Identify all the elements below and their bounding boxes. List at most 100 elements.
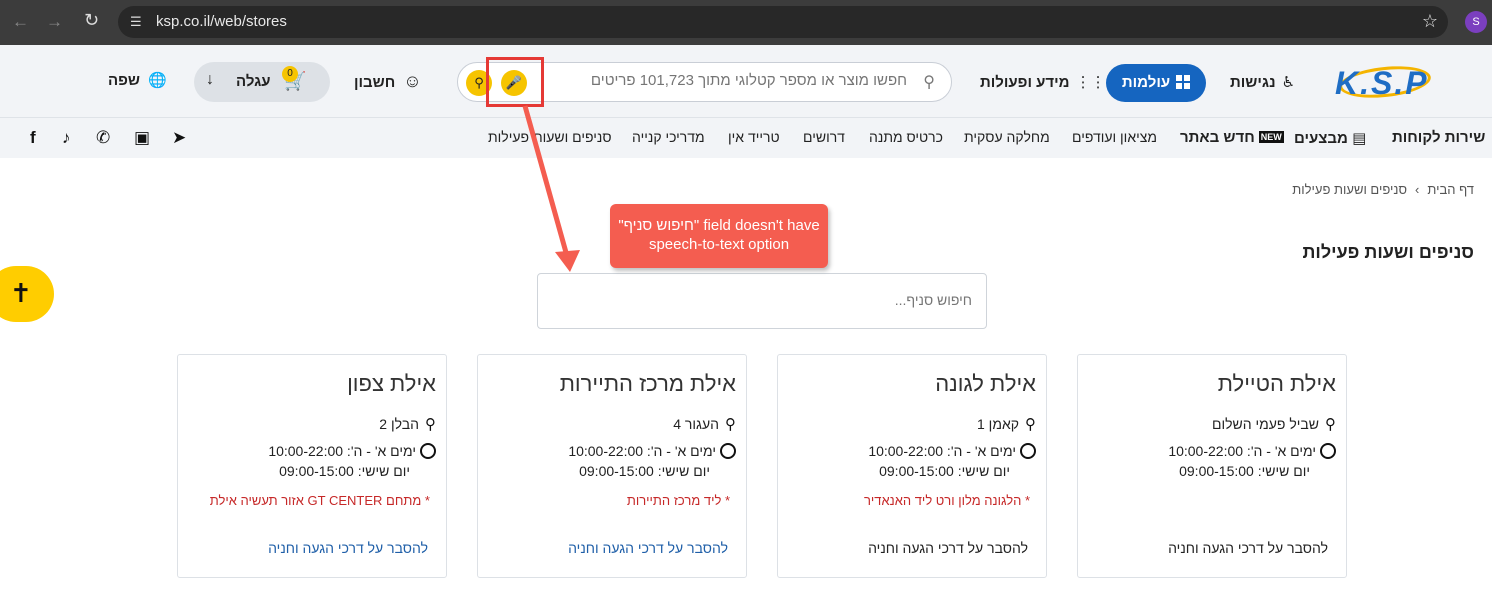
wheelchair-icon: ♿ (1281, 74, 1296, 91)
address-bar[interactable]: ☰ ksp.co.il/web/stores ☆ (118, 6, 1448, 38)
back-arrow-icon[interactable]: ← (12, 12, 29, 32)
store-note: * הלגונה מלון ורט ליד האנאדיר (863, 493, 1030, 508)
store-card: אילת צפון ⚲ הבלן 2 ימים א' - ה': 10:00-22… (177, 354, 447, 578)
menu-new-on-site[interactable]: NEWחדש באתר (1180, 129, 1284, 146)
store-address: ⚲ העגור 4 (673, 415, 736, 433)
menu-trade-in[interactable]: טרייד אין (728, 129, 780, 145)
directions-link[interactable]: להסבר על דרכי הגעה וחניה (568, 540, 728, 556)
cart-label: עגלה (236, 73, 271, 90)
site-header: K.S.P ♿נגישות עולמות ⋮⋮מידע ופעולות ⚲ 🎤 … (0, 45, 1492, 158)
menu-buying-guides[interactable]: מדריכי קנייה (632, 129, 705, 145)
dots-grid-icon: ⋮⋮ (1075, 74, 1106, 91)
facebook-icon[interactable]: f (30, 128, 36, 148)
chevron-left-icon: › (1415, 182, 1420, 197)
store-name: אילת צפון (347, 371, 436, 396)
store-hours-text: ימים א' - ה': 10:00-22:00 (1168, 443, 1316, 459)
menu-business[interactable]: מחלקה עסקית (964, 129, 1050, 145)
site-settings-icon[interactable]: ☰ (130, 14, 148, 30)
breadcrumb-home[interactable]: דף הבית (1427, 182, 1474, 197)
language-selector[interactable]: 🌐 שפה (108, 71, 167, 89)
browser-toolbar: ← → ↻ ☰ ksp.co.il/web/stores ☆ S (0, 0, 1492, 45)
store-address: ⚲ קאמן 1 (977, 415, 1036, 433)
ksp-logo[interactable]: K.S.P (1335, 62, 1435, 103)
store-address-text: העגור 4 (673, 416, 719, 432)
store-card: אילת לגונה ⚲ קאמן 1 ימים א' - ה': 10:00-2… (777, 354, 1047, 578)
store-hours-text: ימים א' - ה': 10:00-22:00 (868, 443, 1016, 459)
directions-link[interactable]: להסבר על דרכי הגעה וחניה (868, 540, 1028, 556)
info-menu[interactable]: ⋮⋮ מידע ופעולות (980, 73, 1106, 91)
store-hours: ימים א' - ה': 10:00-22:00 (568, 443, 736, 459)
menu-jobs[interactable]: דרושים (803, 129, 845, 145)
reload-icon[interactable]: ↻ (84, 10, 99, 31)
globe-icon: 🌐 (148, 72, 167, 89)
menu-customer-service[interactable]: שירות לקוחות (1392, 129, 1485, 146)
cart-button[interactable]: ↓ עגלה 🛒 0 (194, 62, 330, 102)
branch-search-input[interactable] (552, 292, 972, 308)
list-icon: ▤ (1347, 130, 1367, 147)
accessibility-link[interactable]: ♿ נגישות (1230, 73, 1295, 91)
store-hours: ימים א' - ה': 10:00-22:00 (268, 443, 436, 459)
store-friday-hours: יום שישי: 09:00-15:00 (579, 463, 710, 479)
worlds-button[interactable]: עולמות (1106, 64, 1206, 102)
store-friday-hours: יום שישי: 09:00-15:00 (879, 463, 1010, 479)
location-pin-icon: ⚲ (425, 416, 436, 433)
info-label: מידע ופעולות (980, 74, 1070, 91)
grid-icon (1176, 75, 1191, 89)
directions-link[interactable]: להסבר על דרכי הגעה וחניה (268, 540, 428, 556)
url-text[interactable]: ksp.co.il/web/stores (156, 13, 287, 30)
store-name: אילת לגונה (935, 371, 1036, 396)
account-link[interactable]: ☺ חשבון (354, 71, 422, 92)
accessibility-widget-button[interactable]: ✝ (0, 266, 54, 322)
menu-new-label: חדש באתר (1180, 129, 1255, 146)
store-hours: ימים א' - ה': 10:00-22:00 (868, 443, 1036, 459)
store-name: אילת מרכז התיירות (559, 371, 736, 396)
menu-deals-label: מבצעים (1294, 130, 1348, 147)
product-search-input[interactable] (547, 72, 907, 89)
store-address-text: הבלן 2 (379, 416, 419, 432)
location-pin-icon: ⚲ (1025, 416, 1036, 433)
bookmark-star-icon[interactable]: ☆ (1422, 11, 1438, 32)
profile-avatar[interactable]: S (1465, 11, 1487, 33)
store-note: * ליד מרכז התיירות (626, 493, 730, 508)
clock-icon (1320, 443, 1336, 459)
store-name: אילת הטיילת (1217, 371, 1336, 396)
accessibility-person-icon: ✝ (10, 278, 32, 308)
breadcrumb: דף הבית › סניפים ושעות פעילות (1292, 182, 1474, 197)
store-friday-hours: יום שישי: 09:00-15:00 (1179, 463, 1310, 479)
store-note: * מתחם GT CENTER אזור תעשיה אילת (209, 493, 430, 508)
cart-count-badge: 0 (282, 66, 298, 82)
store-hours: ימים א' - ה': 10:00-22:00 (1168, 443, 1336, 459)
menu-deals[interactable]: ▤ מבצעים (1294, 129, 1366, 147)
annotation-callout: "חיפוש סניף" field doesn't have speech-t… (610, 204, 828, 268)
user-icon: ☺ (403, 71, 422, 91)
store-hours-text: ימים א' - ה': 10:00-22:00 (268, 443, 416, 459)
logo-text: K.S.P (1335, 65, 1429, 101)
forward-arrow-icon[interactable]: → (46, 12, 63, 32)
branch-search-box (537, 273, 987, 329)
telegram-icon[interactable]: ➤ (172, 128, 186, 148)
accessibility-label: נגישות (1230, 74, 1276, 91)
whatsapp-icon[interactable]: ✆ (96, 128, 110, 148)
clock-icon (1020, 443, 1036, 459)
location-pin-icon: ⚲ (1325, 416, 1336, 433)
store-address-text: קאמן 1 (977, 416, 1019, 432)
store-address-text: שביל פעמי השלום (1211, 416, 1319, 432)
menu-gift-card[interactable]: כרטיס מתנה (869, 129, 943, 145)
page-title: סניפים ושעות פעילות (1302, 242, 1474, 262)
down-arrow-icon: ↓ (206, 71, 214, 88)
menu-outlet[interactable]: מציאון ועודפים (1072, 129, 1157, 145)
menu-stores[interactable]: סניפים ושעות פעילות (488, 129, 612, 145)
clock-icon (420, 443, 436, 459)
store-card: אילת מרכז התיירות ⚲ העגור 4 ימים א' - ה':… (477, 354, 747, 578)
new-badge: NEW (1258, 131, 1284, 143)
store-card: אילת הטיילת ⚲ שביל פעמי השלום ימים א' - ה… (1077, 354, 1347, 578)
instagram-icon[interactable]: ▣ (134, 128, 150, 148)
directions-link[interactable]: להסבר על דרכי הגעה וחניה (1168, 540, 1328, 556)
annotation-highlight-box (486, 57, 544, 107)
store-address: ⚲ שביל פעמי השלום (1212, 415, 1336, 433)
language-label: שפה (108, 72, 140, 89)
worlds-label: עולמות (1121, 74, 1171, 91)
store-address: ⚲ הבלן 2 (379, 415, 436, 433)
store-friday-hours: יום שישי: 09:00-15:00 (279, 463, 410, 479)
tiktok-icon[interactable]: ♪ (62, 128, 71, 148)
